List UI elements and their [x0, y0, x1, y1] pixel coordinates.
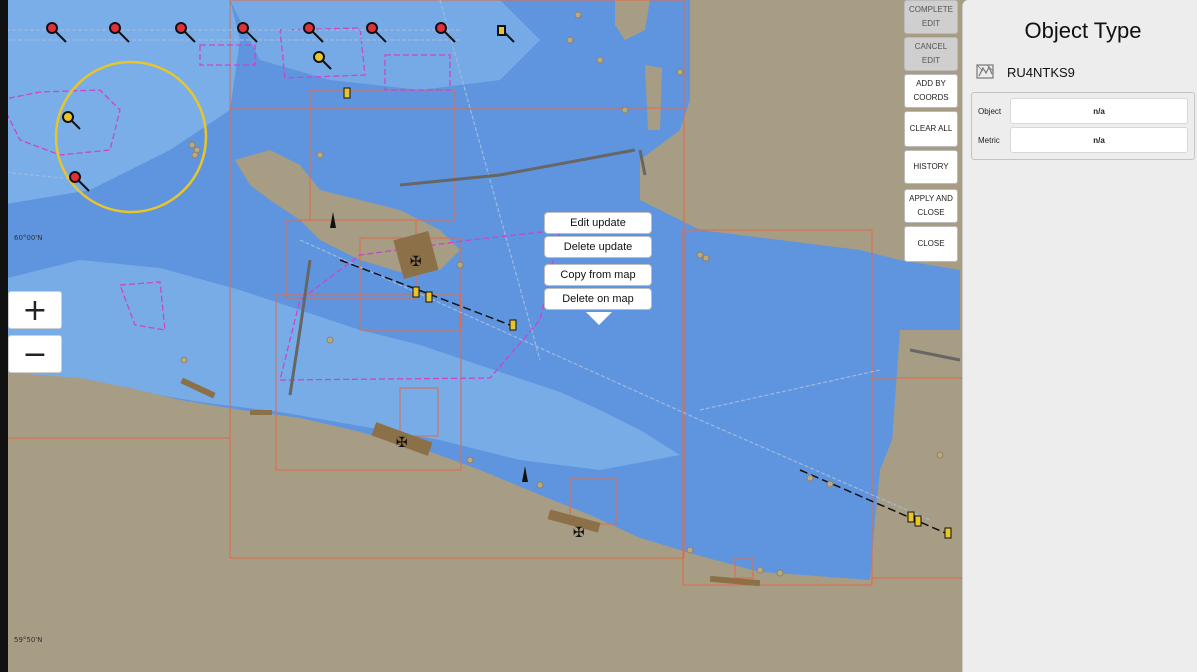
rock-marker	[566, 36, 574, 44]
rock-marker	[574, 11, 582, 19]
chart-cell-icon	[975, 62, 995, 82]
rock-marker	[676, 68, 684, 76]
rock-marker	[756, 566, 764, 574]
object-name: RU4NTKS9	[1007, 64, 1075, 80]
rock-marker	[702, 254, 710, 262]
beacon-marker	[509, 319, 517, 331]
rock-marker	[316, 151, 324, 159]
close-button[interactable]: CLOSE	[904, 226, 958, 262]
rock-marker	[806, 474, 814, 482]
copy-from-map-menu-item[interactable]: Copy from map	[544, 264, 652, 286]
object-info-box: Object n/a Metric n/a	[971, 92, 1195, 160]
metric-field-row: Metric n/a	[972, 127, 1194, 153]
clear-all-button[interactable]: CLEAR ALL	[904, 111, 958, 147]
beacon-marker	[907, 511, 915, 523]
beacon-marker	[412, 286, 420, 298]
beacon-marker	[425, 291, 433, 303]
pier-structure	[250, 410, 272, 415]
complete-edit-button[interactable]: COMPLETE EDIT	[904, 0, 958, 34]
latitude-label: 60°00'N	[14, 234, 43, 242]
zoom-in-button[interactable]: +	[8, 291, 62, 329]
history-button[interactable]: HISTORY	[904, 150, 958, 184]
panel-title: Object Type	[1024, 18, 1142, 43]
object-type-panel: Object Type RU4NTKS9 Object n/a Metric n…	[962, 0, 1197, 672]
delete-on-map-menu-item[interactable]: Delete on map	[544, 288, 652, 310]
rock-marker	[936, 451, 944, 459]
object-field-row: Object n/a	[972, 98, 1194, 124]
fort-symbol: ✠	[410, 254, 422, 270]
rock-marker	[621, 106, 629, 114]
rock-marker	[466, 456, 474, 464]
rock-marker	[180, 356, 188, 364]
delete-update-menu-item[interactable]: Delete update	[544, 236, 652, 258]
object-field-value: n/a	[1010, 98, 1188, 124]
map-left-scale-bar	[0, 0, 8, 672]
context-menu-pointer	[586, 312, 612, 325]
rock-marker	[826, 480, 834, 488]
beacon-marker	[343, 87, 351, 99]
rock-marker	[536, 481, 544, 489]
fort-symbol: ✠	[396, 435, 408, 451]
rock-marker	[188, 141, 196, 149]
edit-update-menu-item[interactable]: Edit update	[544, 212, 652, 234]
fort-symbol: ✠	[573, 525, 585, 541]
add-by-coords-button[interactable]: ADD BY COORDS	[904, 74, 958, 108]
rock-marker	[191, 151, 199, 159]
beacon-marker	[944, 527, 952, 539]
rock-marker	[326, 336, 334, 344]
rock-marker	[686, 546, 694, 554]
apply-and-close-button[interactable]: APPLY AND CLOSE	[904, 189, 958, 223]
rock-marker	[696, 251, 704, 259]
latitude-label: 59°50'N	[14, 636, 43, 644]
cancel-edit-button[interactable]: CANCEL EDIT	[904, 37, 958, 71]
rock-marker	[456, 261, 464, 269]
harbor-land	[890, 330, 960, 560]
object-row: RU4NTKS9	[975, 62, 1075, 82]
zoom-out-button[interactable]: −	[8, 335, 62, 373]
rock-marker	[596, 56, 604, 64]
beacon-marker	[914, 515, 922, 527]
rock-marker	[776, 569, 784, 577]
metric-field-value: n/a	[1010, 127, 1188, 153]
